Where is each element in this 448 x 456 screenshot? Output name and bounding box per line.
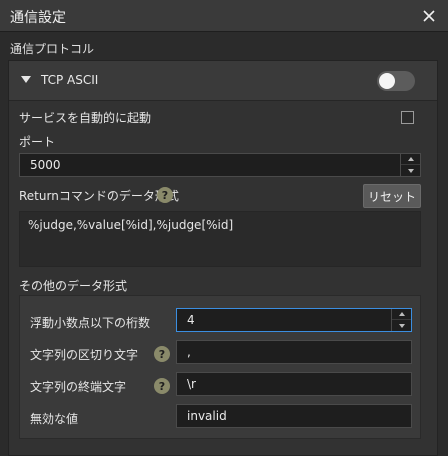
terminator-help-icon[interactable]: ? — [154, 378, 170, 394]
spin-up-icon — [407, 157, 414, 161]
spin-down-icon — [407, 168, 414, 173]
port-spinner — [400, 154, 420, 176]
protocol-header[interactable]: TCP ASCII — [9, 61, 437, 101]
collapse-caret-icon[interactable] — [21, 76, 31, 83]
invalid-value: invalid — [187, 409, 227, 423]
close-icon — [423, 10, 435, 22]
return-format-textarea[interactable]: %judge,%value[%id],%judge[%id] — [19, 211, 421, 267]
auto-start-checkbox[interactable] — [401, 111, 414, 124]
return-format-label: Returnコマンドのデータ形式 — [19, 189, 179, 203]
protocol-section-label: 通信プロトコル — [10, 42, 95, 56]
delimiter-label: 文字列の区切り文字 — [30, 348, 139, 362]
window-title: 通信設定 — [10, 10, 66, 26]
port-label: ポート — [19, 135, 56, 149]
port-value: 5000 — [30, 158, 61, 172]
other-format-panel: 浮動小数点以下の桁数 4 文字列の区切り文字 ? , 文字列の終端文字 ? \r… — [19, 295, 421, 439]
port-increment-button[interactable] — [401, 154, 420, 165]
return-format-value: %judge,%value[%id],%judge[%id] — [28, 218, 234, 232]
protocol-name: TCP ASCII — [41, 73, 99, 87]
terminator-value: \r — [187, 377, 196, 391]
protocol-enable-toggle[interactable] — [377, 71, 415, 91]
invalid-value-label: 無効な値 — [30, 412, 79, 426]
decimal-digits-spinner — [391, 309, 411, 331]
spin-up-icon — [398, 312, 405, 316]
delimiter-help-icon[interactable]: ? — [154, 346, 170, 362]
terminator-input[interactable]: \r — [176, 372, 412, 396]
protocol-panel: TCP ASCII サービスを自動的に起動 ポート 5000 Returnコマン… — [8, 60, 438, 456]
close-button[interactable] — [418, 5, 440, 27]
toggle-knob — [379, 73, 395, 89]
invalid-value-input[interactable]: invalid — [176, 404, 412, 428]
decimal-digits-input[interactable]: 4 — [176, 308, 412, 332]
port-input[interactable]: 5000 — [19, 153, 421, 177]
terminator-label: 文字列の終端文字 — [30, 380, 127, 394]
title-bar: 通信設定 — [0, 0, 448, 32]
auto-start-label: サービスを自動的に起動 — [19, 111, 152, 125]
port-decrement-button[interactable] — [401, 165, 420, 176]
reset-button[interactable]: リセット — [363, 184, 421, 208]
return-format-help-icon[interactable]: ? — [157, 187, 173, 203]
delimiter-input[interactable]: , — [176, 340, 412, 364]
other-format-label: その他のデータ形式 — [19, 279, 128, 293]
decimal-digits-label: 浮動小数点以下の桁数 — [30, 316, 151, 330]
decimal-increment-button[interactable] — [392, 309, 411, 320]
spin-down-icon — [398, 323, 405, 328]
decimal-digits-value: 4 — [187, 313, 195, 327]
decimal-decrement-button[interactable] — [392, 320, 411, 331]
delimiter-value: , — [187, 345, 191, 359]
